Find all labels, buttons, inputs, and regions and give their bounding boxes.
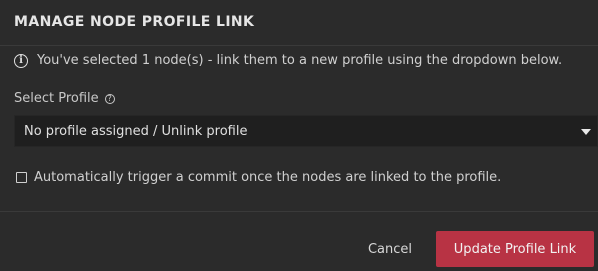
info-message: i You've selected 1 node(s) - link them …: [14, 53, 562, 68]
update-profile-link-button[interactable]: Update Profile Link: [436, 231, 594, 267]
dialog-header: MANAGE NODE PROFILE LINK: [0, 0, 598, 46]
select-profile-label-text: Select Profile: [14, 91, 99, 106]
info-icon: i: [14, 53, 28, 68]
caret-down-icon: [581, 129, 591, 135]
auto-commit-label: Automatically trigger a commit once the …: [34, 170, 502, 185]
footer-divider: [0, 211, 598, 212]
profile-dropdown[interactable]: No profile assigned / Unlink profile: [14, 115, 598, 147]
auto-commit-checkbox[interactable]: [16, 172, 27, 183]
dialog-title: MANAGE NODE PROFILE LINK: [14, 14, 255, 30]
select-profile-label: Select Profile ?: [14, 91, 115, 106]
auto-commit-option[interactable]: Automatically trigger a commit once the …: [16, 170, 501, 185]
info-text: You've selected 1 node(s) - link them to…: [37, 53, 563, 68]
cancel-button[interactable]: Cancel: [352, 231, 428, 267]
help-icon[interactable]: ?: [104, 93, 115, 104]
profile-dropdown-value: No profile assigned / Unlink profile: [24, 123, 248, 139]
